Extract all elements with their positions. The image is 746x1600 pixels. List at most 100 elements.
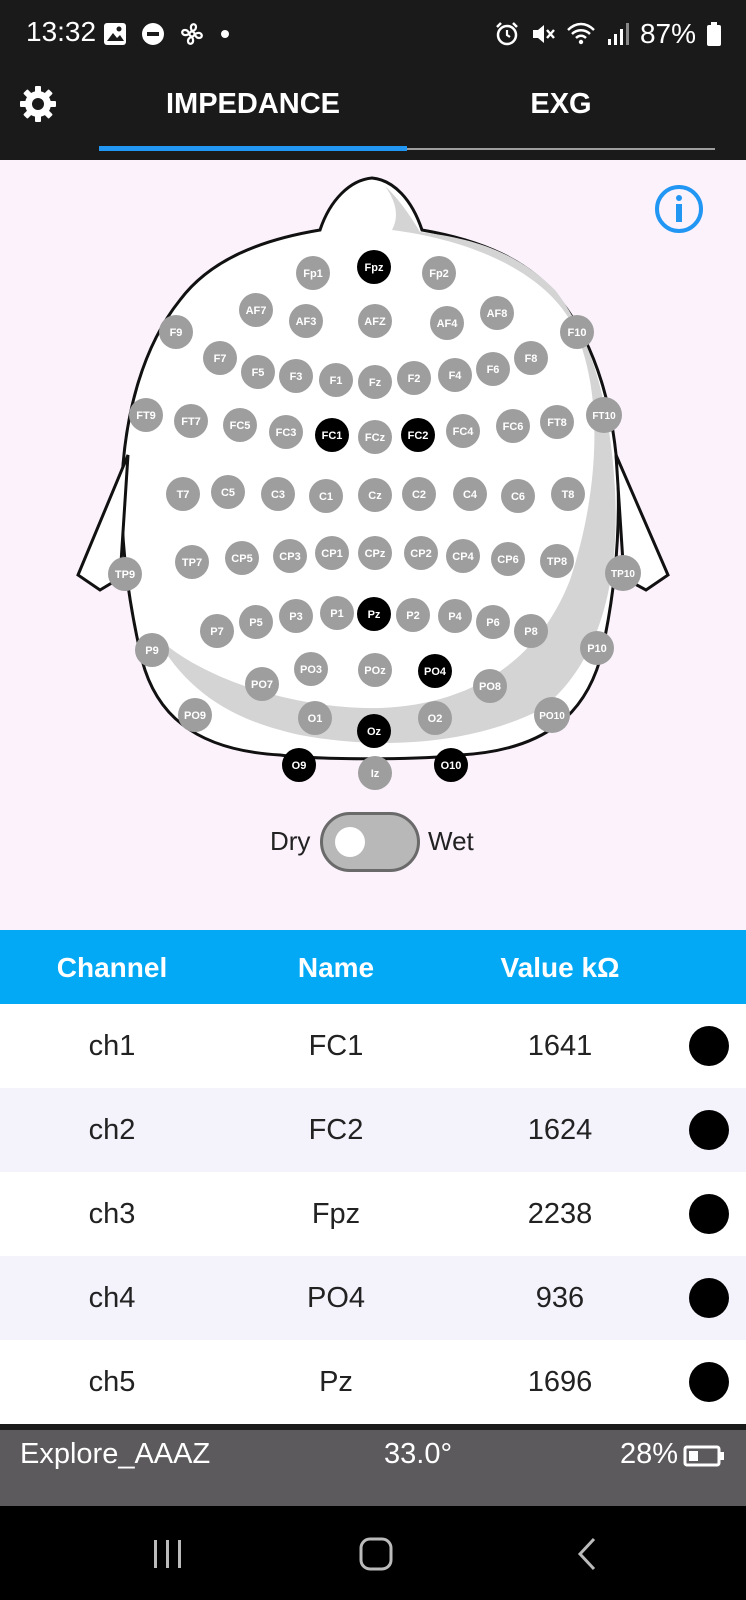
electrode-p8[interactable]: P8: [514, 614, 548, 648]
electrode-fc2[interactable]: FC2: [401, 418, 435, 452]
table-row[interactable]: ch5 Pz 1696: [0, 1340, 746, 1424]
cell-value: 1641: [527, 1030, 593, 1062]
electrode-po7[interactable]: PO7: [245, 667, 279, 701]
electrode-p10[interactable]: P10: [580, 631, 614, 665]
dry-wet-switch[interactable]: [320, 812, 420, 872]
electrode-fcz[interactable]: FCz: [358, 420, 392, 454]
electrode-tp10[interactable]: TP10: [605, 555, 641, 591]
electrode-po3[interactable]: PO3: [294, 652, 328, 686]
electrode-label: FC4: [453, 426, 475, 438]
electrode-af4[interactable]: AF4: [430, 306, 464, 340]
electrode-fc5[interactable]: FC5: [223, 408, 257, 442]
table-row[interactable]: ch1 FC1 1641: [0, 1004, 746, 1088]
gear-icon[interactable]: [18, 84, 58, 124]
electrode-pz[interactable]: Pz: [357, 597, 391, 631]
electrode-cz[interactable]: Cz: [358, 478, 392, 512]
electrode-ft10[interactable]: FT10: [586, 397, 622, 433]
electrode-ft9[interactable]: FT9: [129, 398, 163, 432]
electrode-c3[interactable]: C3: [261, 477, 295, 511]
electrode-f4[interactable]: F4: [438, 358, 472, 392]
electrode-fc1[interactable]: FC1: [315, 418, 349, 452]
table-row[interactable]: ch2 FC2 1624: [0, 1088, 746, 1172]
electrode-fc4[interactable]: FC4: [446, 414, 480, 448]
electrode-c5[interactable]: C5: [211, 475, 245, 509]
electrode-cp5[interactable]: CP5: [225, 541, 259, 575]
electrode-cp4[interactable]: CP4: [446, 539, 480, 573]
electrode-cp1[interactable]: CP1: [315, 536, 349, 570]
back-icon[interactable]: [572, 1534, 602, 1574]
electrode-label: O9: [292, 760, 307, 772]
info-icon[interactable]: [654, 184, 704, 234]
electrode-f10[interactable]: F10: [560, 315, 594, 349]
electrode-cpz[interactable]: CPz: [358, 536, 392, 570]
electrode-c2[interactable]: C2: [402, 477, 436, 511]
electrode-label: P1: [330, 608, 343, 620]
electrode-f1[interactable]: F1: [319, 363, 353, 397]
electrode-af8[interactable]: AF8: [480, 296, 514, 330]
electrode-tp8[interactable]: TP8: [540, 544, 574, 578]
electrode-oz[interactable]: Oz: [357, 714, 391, 748]
wifi-icon: [567, 22, 595, 45]
electrode-p9[interactable]: P9: [135, 633, 169, 667]
electrode-f9[interactable]: F9: [159, 315, 193, 349]
electrode-p7[interactable]: P7: [200, 614, 234, 648]
electrode-tp9[interactable]: TP9: [108, 557, 142, 591]
electrode-cp6[interactable]: CP6: [491, 542, 525, 576]
tab-exg[interactable]: EXG: [407, 88, 715, 121]
electrode-po4[interactable]: PO4: [418, 654, 452, 688]
electrode-t7[interactable]: T7: [166, 477, 200, 511]
electrode-p3[interactable]: P3: [279, 599, 313, 633]
app-bar: IMPEDANCE EXG: [0, 66, 746, 160]
electrode-f7[interactable]: F7: [203, 341, 237, 375]
electrode-t8[interactable]: T8: [551, 477, 585, 511]
electrode-fp1[interactable]: Fp1: [296, 256, 330, 290]
electrode-fpz[interactable]: Fpz: [357, 250, 391, 284]
electrode-f2[interactable]: F2: [397, 361, 431, 395]
electrode-o10[interactable]: O10: [434, 748, 468, 782]
electrode-f6[interactable]: F6: [476, 352, 510, 386]
electrode-po10[interactable]: PO10: [534, 697, 570, 733]
electrode-c4[interactable]: C4: [453, 477, 487, 511]
electrode-p6[interactable]: P6: [476, 605, 510, 639]
table-row[interactable]: ch4 PO4 936: [0, 1256, 746, 1340]
toggle-dry-label: Dry: [270, 826, 311, 856]
electrode-po9[interactable]: PO9: [178, 698, 212, 732]
electrode-p5[interactable]: P5: [239, 605, 273, 639]
electrode-cp2[interactable]: CP2: [404, 536, 438, 570]
electrode-fp2[interactable]: Fp2: [422, 256, 456, 290]
electrode-p1[interactable]: P1: [320, 596, 354, 630]
electrode-f3[interactable]: F3: [279, 359, 313, 393]
electrode-label: FT7: [181, 416, 201, 428]
electrode-fc3[interactable]: FC3: [269, 415, 303, 449]
electrode-fz[interactable]: Fz: [358, 365, 392, 399]
electrode-cp3[interactable]: CP3: [273, 539, 307, 573]
electrode-iz[interactable]: Iz: [358, 756, 392, 790]
table-row[interactable]: ch3 Fpz 2238: [0, 1172, 746, 1256]
electrode-p4[interactable]: P4: [438, 599, 472, 633]
tab-impedance[interactable]: IMPEDANCE: [99, 88, 407, 121]
electrode-afz[interactable]: AFZ: [358, 304, 392, 338]
electrode-p2[interactable]: P2: [396, 598, 430, 632]
electrode-af7[interactable]: AF7: [239, 293, 273, 327]
electrode-c1[interactable]: C1: [309, 479, 343, 513]
electrode-c6[interactable]: C6: [501, 479, 535, 513]
electrode-af3[interactable]: AF3: [289, 304, 323, 338]
electrode-po8[interactable]: PO8: [473, 669, 507, 703]
home-icon[interactable]: [356, 1534, 396, 1574]
cell-name: FC2: [308, 1114, 364, 1146]
electrode-f5[interactable]: F5: [241, 355, 275, 389]
electrode-o1[interactable]: O1: [298, 701, 332, 735]
electrode-label: PO10: [539, 711, 565, 722]
electrode-poz[interactable]: POz: [358, 653, 392, 687]
electrode-ft7[interactable]: FT7: [174, 404, 208, 438]
electrode-ft8[interactable]: FT8: [540, 405, 574, 439]
electrode-o2[interactable]: O2: [418, 701, 452, 735]
electrode-f8[interactable]: F8: [514, 341, 548, 375]
electrode-fc6[interactable]: FC6: [496, 409, 530, 443]
electrode-label: PO8: [479, 681, 501, 693]
electrode-type-toggle: Dry Wet: [0, 810, 746, 874]
electrode-label: Cz: [368, 490, 382, 502]
electrode-tp7[interactable]: TP7: [175, 545, 209, 579]
recents-icon[interactable]: [150, 1534, 186, 1574]
electrode-o9[interactable]: O9: [282, 748, 316, 782]
